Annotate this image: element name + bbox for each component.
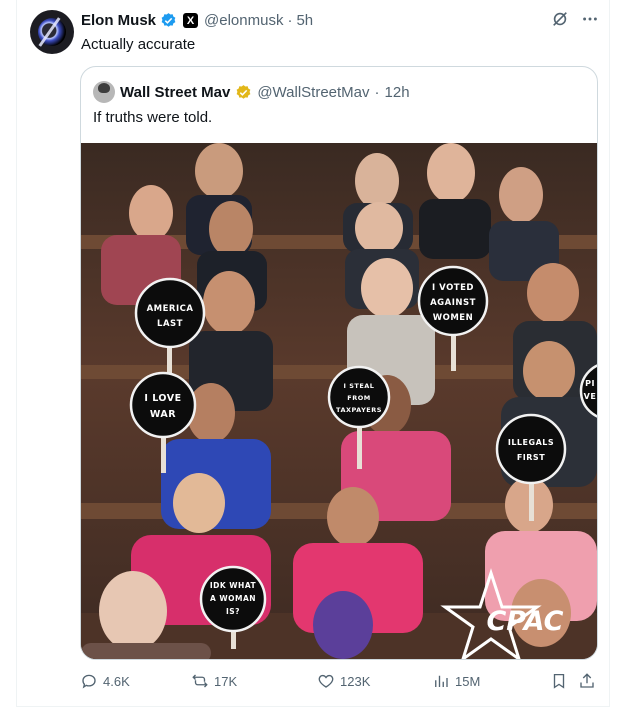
sign-illegals-first — [495, 413, 567, 485]
quoted-tweet[interactable]: Wall Street Mav @WallStreetMav · 12h If … — [80, 66, 598, 660]
verified-gold-badge-icon — [236, 84, 251, 99]
repost-count: 17K — [214, 673, 238, 689]
repost-button[interactable]: 17K — [191, 672, 237, 690]
tweet-time[interactable]: 5h — [296, 12, 313, 29]
reply-button[interactable]: 4.6K — [80, 672, 130, 690]
heart-icon — [318, 674, 334, 688]
author-handle[interactable]: @elonmusk — [204, 12, 283, 29]
quoted-author-name: Wall Street Mav — [120, 83, 231, 101]
reply-icon — [82, 674, 96, 689]
tweet-action-bar: 4.6K 17K 123K 15M — [80, 672, 600, 696]
cpac-watermark-text: CPAC — [486, 606, 563, 637]
grok-icon[interactable] — [551, 10, 569, 28]
quoted-avatar — [93, 81, 115, 103]
more-options-icon[interactable] — [581, 10, 599, 28]
sign-voted-line2: AGAINST — [430, 298, 476, 308]
sign-steal-line1: I STEAL — [344, 382, 375, 390]
sign-idk-line1: IDK WHAT — [210, 581, 257, 590]
tweet-text: Actually accurate — [81, 36, 196, 53]
view-count: 15M — [455, 673, 481, 689]
sign-voted-line1: I VOTED — [432, 283, 474, 293]
sign-illegals-line2: FIRST — [517, 453, 545, 462]
quoted-separator-dot: · — [374, 83, 380, 101]
sign-edge-line2: VE — [584, 392, 597, 401]
share-button[interactable] — [578, 672, 596, 690]
quoted-author-handle: @WallStreetMav — [257, 83, 370, 101]
sign-idk-line3: IS? — [226, 607, 240, 616]
like-count: 123K — [340, 673, 371, 689]
sign-war-line1: I LOVE — [144, 393, 181, 404]
separator-dot: · — [287, 12, 293, 29]
x-affiliate-badge-icon: X — [183, 13, 199, 28]
quoted-tweet-photo[interactable]: AMERICA LAST I VOTED AGAINST WOMEN I LOV… — [81, 143, 597, 659]
reply-count: 4.6K — [103, 673, 130, 689]
sign-america-last-line1: AMERICA — [147, 304, 194, 314]
sign-america-last-line2: LAST — [157, 319, 183, 329]
sign-idk-line2: A WOMAN — [210, 594, 256, 603]
views-button[interactable]: 15M — [432, 672, 480, 690]
like-button[interactable]: 123K — [317, 672, 370, 690]
sign-illegals-line1: ILLEGALS — [508, 438, 554, 447]
bookmark-button[interactable] — [550, 672, 568, 690]
sign-i-love-war — [129, 371, 197, 439]
avatar[interactable] — [30, 10, 74, 54]
quoted-tweet-header: Wall Street Mav @WallStreetMav · 12h — [93, 81, 410, 103]
author-name[interactable]: Elon Musk — [81, 12, 156, 29]
sign-war-line2: WAR — [150, 409, 176, 420]
quoted-tweet-time: 12h — [384, 83, 410, 101]
repost-icon — [192, 674, 208, 688]
bookmark-icon — [553, 673, 565, 689]
sign-steal-line3: TAXPAYERS — [336, 406, 382, 414]
views-chart-icon — [435, 675, 448, 687]
tweet-header: Elon Musk X @elonmusk · 5h — [81, 12, 313, 29]
sign-edge-line1: PI — [585, 379, 595, 388]
quoted-tweet-text: If truths were told. — [93, 109, 213, 126]
sign-voted-line3: WOMEN — [433, 313, 473, 323]
share-icon — [580, 673, 594, 688]
verified-badge-icon — [161, 13, 176, 27]
tweet-top-actions — [551, 10, 599, 28]
sign-steal-line2: FROM — [347, 394, 370, 402]
